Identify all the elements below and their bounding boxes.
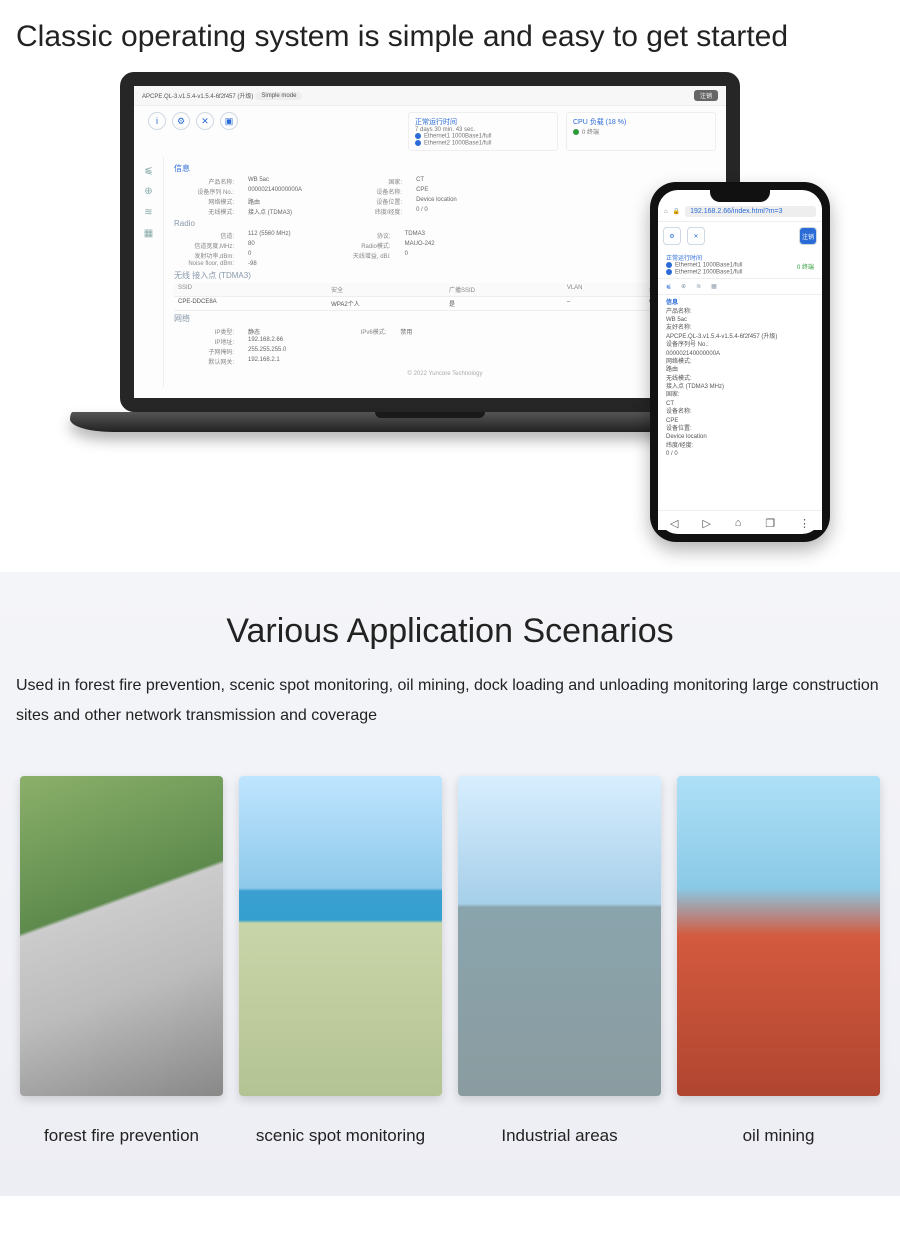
headline: Classic operating system is simple and e… (10, 20, 890, 72)
firmware-label: APCPE.QL-3.v1.5.4-v1.5.4-6f2f457 (升级) (142, 91, 253, 100)
sidebar: ⫹ ⊕ ≋ ▦ (134, 157, 164, 387)
uptime-title: 正常运行时间 (415, 117, 551, 127)
device-stage: APCPE.QL-3.v1.5.4-v1.5.4-6f2f457 (升级) Si… (10, 72, 890, 552)
thumb-oil (677, 776, 880, 1096)
info-icon[interactable]: i (148, 112, 166, 130)
thumb-forest (20, 776, 223, 1096)
caption: oil mining (743, 1126, 815, 1146)
scenario-cards: forest fire prevention scenic spot monit… (10, 776, 890, 1146)
lock-icon: ⌂ (664, 209, 668, 215)
chart-icon[interactable]: ⫹ (666, 283, 671, 290)
url-field[interactable]: 192.168.2.66/index.html?m=3 (685, 206, 816, 217)
phone-mockup: ⌂ 🔒 192.168.2.66/index.html?m=3 ⚙ ✕ 注销 正… (650, 182, 830, 542)
caption: scenic spot monitoring (256, 1126, 425, 1146)
phone-toolbar: ⚙ ✕ 注销 (658, 222, 822, 250)
network-heading: 网络 (174, 313, 716, 324)
globe-icon[interactable]: ⊕ (144, 186, 152, 197)
footer-copyright: © 2022 Yuncore Technology (174, 367, 716, 381)
eth2: Ethernet2 1000Base1/full (415, 140, 551, 147)
thumb-scenic (239, 776, 442, 1096)
wifi-icon[interactable]: ≋ (696, 283, 701, 290)
home-icon[interactable]: ⌂ (735, 517, 742, 530)
phone-navbar: ◁ ▷ ⌂ ❐ ⋮ (658, 510, 822, 530)
wireless-heading: 无线 接入点 (TDMA3) (174, 270, 716, 281)
dashboard-body: ⫹ ⊕ ≋ ▦ 信息 产品名称:WB 5ac 设备序列 No.:00000214… (134, 157, 726, 387)
cpu-card: CPU 负载 (18 %) 0 终端 (566, 112, 716, 151)
card-industrial: Industrial areas (458, 776, 661, 1146)
dashboard-main: 信息 产品名称:WB 5ac 设备序列 No.:000002140000000A… (164, 157, 726, 387)
caption: Industrial areas (501, 1126, 617, 1146)
grid-icon[interactable]: ▦ (711, 283, 717, 290)
table-row[interactable]: CPE-DDCE8A (174, 297, 327, 311)
lock-icon: 🔒 (673, 208, 680, 215)
phone-urlbar: ⌂ 🔒 192.168.2.66/index.html?m=3 (658, 202, 822, 222)
logout-button[interactable]: 注销 (694, 90, 718, 101)
thumb-industrial (458, 776, 661, 1096)
quick-icons: i ⚙ ✕ ▣ (144, 112, 242, 151)
cpu-title: CPU 负载 (18 %) (573, 117, 709, 127)
dashboard-summary-row: i ⚙ ✕ ▣ 正常运行时间 7 days 30 min. 43 sec. Et… (134, 106, 726, 157)
back-icon[interactable]: ◁ (670, 517, 678, 530)
clients: 0 终端 (573, 127, 709, 136)
chart-icon[interactable]: ⫹ (144, 165, 152, 176)
radio-heading: Radio (174, 219, 716, 228)
wifi-icon[interactable]: ≋ (144, 207, 152, 218)
laptop-screen: APCPE.QL-3.v1.5.4-v1.5.4-6f2f457 (升级) Si… (120, 72, 740, 412)
logout-button[interactable]: 注销 (799, 227, 817, 245)
ssid-table: SSID 安全 广播SSID VLAN 终端 CPE-DDCE8A WPA2个人… (174, 283, 716, 311)
phone-tabs: ⫹ ⊕ ≋ ▦ (658, 278, 822, 295)
phone-uptime: 正常运行时间 Ethernet1 1000Base1/full 0 终端 Eth… (658, 250, 822, 278)
mode-pill[interactable]: Simple mode (255, 92, 302, 100)
globe-icon[interactable]: ⊕ (681, 283, 686, 290)
forward-icon[interactable]: ▷ (702, 517, 710, 530)
section-os: Classic operating system is simple and e… (0, 0, 900, 562)
tools-icon[interactable]: ✕ (687, 227, 705, 245)
card-oil: oil mining (677, 776, 880, 1146)
info-heading: 信息 (174, 163, 716, 174)
dashboard-topbar: APCPE.QL-3.v1.5.4-v1.5.4-6f2f457 (升级) Si… (134, 86, 726, 106)
scenarios-heading: Various Application Scenarios (10, 612, 890, 651)
card-scenic: scenic spot monitoring (239, 776, 442, 1146)
tools-icon[interactable]: ✕ (196, 112, 214, 130)
phone-notch (710, 190, 770, 202)
card-forest: forest fire prevention (20, 776, 223, 1146)
uptime-card: 正常运行时间 7 days 30 min. 43 sec. Ethernet1 … (408, 112, 558, 151)
scenarios-description: Used in forest fire prevention, scenic s… (10, 671, 890, 732)
laptop-mockup: APCPE.QL-3.v1.5.4-v1.5.4-6f2f457 (升级) Si… (120, 72, 740, 432)
section-scenarios: Various Application Scenarios Used in fo… (0, 572, 900, 1196)
phone-screen: ⌂ 🔒 192.168.2.66/index.html?m=3 ⚙ ✕ 注销 正… (658, 190, 822, 534)
gear-icon[interactable]: ⚙ (172, 112, 190, 130)
camera-icon[interactable]: ▣ (220, 112, 238, 130)
menu-icon[interactable]: ⋮ (799, 517, 810, 530)
tabs-icon[interactable]: ❐ (765, 517, 775, 530)
grid-icon[interactable]: ▦ (144, 228, 153, 239)
eth1: Ethernet1 1000Base1/full (415, 133, 551, 140)
caption: forest fire prevention (44, 1126, 199, 1146)
phone-info: 信息 产品名称:WB 5ac 友好名称:APCPE.QL-3.v1.5.4-v1… (658, 295, 822, 462)
gear-icon[interactable]: ⚙ (663, 227, 681, 245)
